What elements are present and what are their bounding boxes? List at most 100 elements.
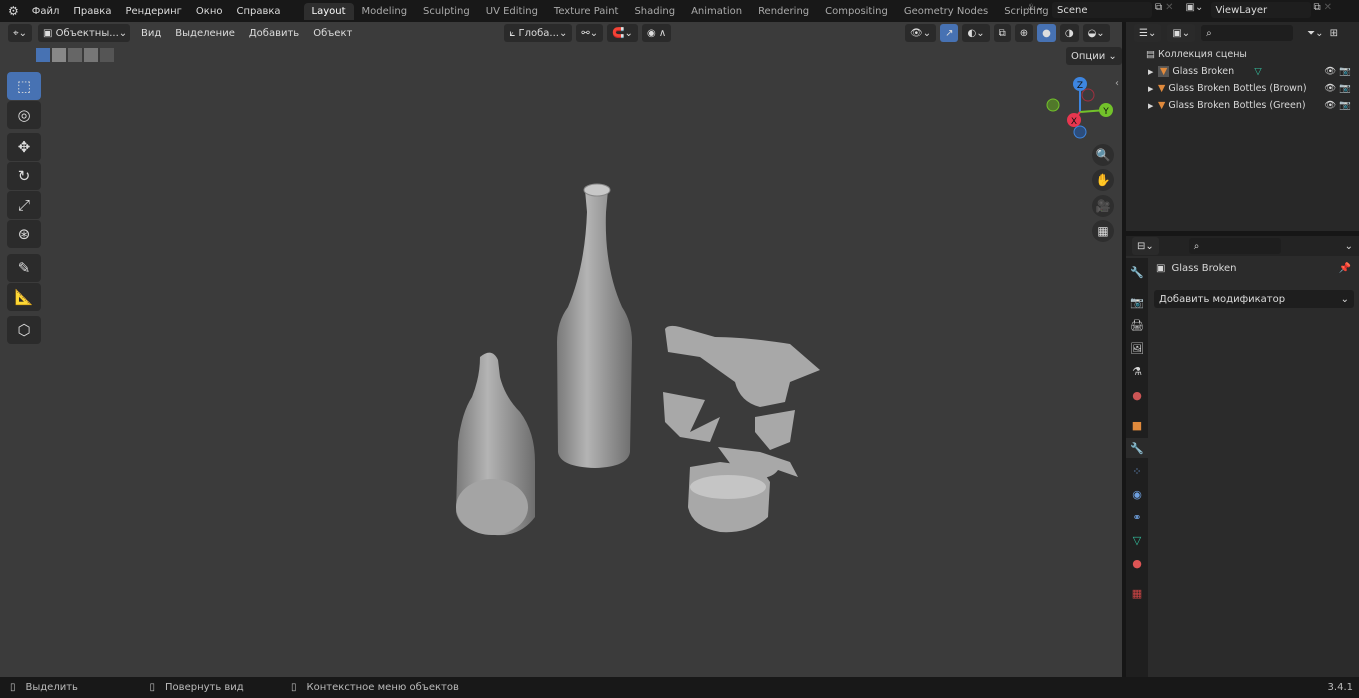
- menu-object[interactable]: Объект: [306, 28, 359, 39]
- navigation-gizmo[interactable]: Z Y X: [1040, 72, 1120, 142]
- tab-modeling[interactable]: Modeling: [354, 3, 416, 20]
- tab-shading[interactable]: Shading: [626, 3, 683, 20]
- texture-tab-icon[interactable]: ▦: [1126, 583, 1148, 603]
- particles-tab-icon[interactable]: ⁘: [1126, 461, 1148, 481]
- outliner-item[interactable]: ▶ ▼ Glass Broken Bottles (Green) 👁 📷: [1126, 97, 1359, 114]
- constraints-tab-icon[interactable]: ⚭: [1126, 507, 1148, 527]
- visibility-eye-icon[interactable]: 👁 📷: [1324, 100, 1351, 111]
- menu-add[interactable]: Добавить: [242, 28, 306, 39]
- delete-view-layer-icon[interactable]: ✕: [1324, 2, 1332, 18]
- view-layer-tab-icon[interactable]: 🖼: [1126, 338, 1148, 358]
- item-label: Glass Broken Bottles (Green): [1168, 100, 1306, 111]
- display-mode-icon[interactable]: ☰⌄: [1134, 24, 1162, 42]
- object-icon: ▼: [1158, 100, 1166, 111]
- tab-uv-editing[interactable]: UV Editing: [478, 3, 546, 20]
- menu-help[interactable]: Справка: [229, 6, 287, 17]
- camera-view-icon[interactable]: 🎥: [1092, 195, 1114, 217]
- scale-tool-icon[interactable]: ⤢: [7, 191, 41, 219]
- output-tab-icon[interactable]: 🖨: [1126, 315, 1148, 335]
- select-subtract-icon[interactable]: [68, 48, 82, 62]
- modifier-tab-icon[interactable]: 🔧: [1126, 438, 1148, 458]
- delete-scene-icon[interactable]: ✕: [1165, 2, 1173, 18]
- properties-editor-type-icon[interactable]: ⊟⌄: [1132, 237, 1159, 255]
- overlay-icon[interactable]: ◐⌄: [962, 24, 990, 42]
- filter-icon[interactable]: ⏷⌄: [1307, 28, 1323, 39]
- tab-layout[interactable]: Layout: [303, 2, 354, 20]
- scene-icon[interactable]: ♨⌄: [1027, 2, 1049, 18]
- editor-type-button[interactable]: ⌖⌄: [8, 24, 33, 42]
- snap-toggle[interactable]: 🧲⌄: [607, 24, 638, 42]
- visibility-eye-icon[interactable]: 👁 📷: [1324, 83, 1351, 94]
- select-invert-icon[interactable]: [84, 48, 98, 62]
- add-modifier-dropdown[interactable]: Добавить модификатор ⌄: [1154, 290, 1354, 308]
- menu-render[interactable]: Рендеринг: [118, 6, 188, 17]
- visibility-icon[interactable]: 👁⌄: [905, 24, 937, 42]
- rendered-shading-icon[interactable]: ◒⌄: [1082, 24, 1110, 42]
- tool-tab-icon[interactable]: 🔧: [1126, 262, 1148, 282]
- 3d-viewport[interactable]: [0, 22, 1122, 677]
- view-layer-filter-icon[interactable]: ▣⌄: [1167, 24, 1196, 42]
- tab-rendering[interactable]: Rendering: [750, 3, 817, 20]
- tab-sculpting[interactable]: Sculpting: [415, 3, 478, 20]
- options-dropdown[interactable]: Опции ⌄: [1066, 47, 1122, 65]
- menu-window[interactable]: Окно: [189, 6, 230, 17]
- blender-logo-icon[interactable]: ⚙: [0, 4, 25, 18]
- move-tool-icon[interactable]: ✥: [7, 133, 41, 161]
- scene-collection-row[interactable]: ▤ Коллекция сцены: [1126, 46, 1359, 63]
- material-shading-icon[interactable]: ◑: [1059, 24, 1079, 42]
- mode-dropdown[interactable]: ▣ Объектны... ⌄: [38, 24, 131, 42]
- transform-orientation-dropdown[interactable]: ⟀ Глоба... ⌄: [504, 24, 573, 42]
- pan-hand-icon[interactable]: ✋: [1092, 169, 1114, 191]
- outliner-item[interactable]: ▶ ▼ Glass Broken ▽ 👁 📷: [1126, 63, 1359, 80]
- menu-file[interactable]: Файл: [25, 6, 67, 17]
- scene-tab-icon[interactable]: ⚗: [1126, 361, 1148, 381]
- new-scene-icon[interactable]: ⧉: [1155, 2, 1162, 18]
- proportional-edit-toggle[interactable]: ◉ ∧: [641, 24, 672, 42]
- rotate-tool-icon[interactable]: ↻: [7, 162, 41, 190]
- pivot-dropdown[interactable]: ⚯⌄: [576, 24, 604, 42]
- world-tab-icon[interactable]: ●: [1126, 385, 1148, 405]
- add-cube-tool-icon[interactable]: ⬡: [7, 316, 41, 344]
- tab-texture-paint[interactable]: Texture Paint: [546, 3, 627, 20]
- object-tab-icon[interactable]: ■: [1126, 415, 1148, 435]
- view-layer-field[interactable]: ViewLayer: [1210, 2, 1311, 18]
- new-collection-icon[interactable]: ⊞: [1330, 28, 1338, 39]
- pin-icon[interactable]: 📌: [1339, 263, 1351, 274]
- ortho-grid-icon[interactable]: ▦: [1092, 220, 1114, 242]
- gizmo-toggle-icon[interactable]: ↗: [940, 24, 959, 42]
- wireframe-shading-icon[interactable]: ⊕: [1014, 24, 1034, 42]
- scene-name-field[interactable]: Scene: [1052, 2, 1152, 18]
- expand-icon[interactable]: ▶: [1148, 68, 1158, 76]
- select-new-icon[interactable]: [36, 48, 50, 62]
- sidebar-toggle-icon[interactable]: ‹: [1115, 78, 1119, 89]
- select-box-tool-icon[interactable]: ⬚: [7, 72, 41, 100]
- tab-animation[interactable]: Animation: [683, 3, 750, 20]
- select-extend-icon[interactable]: [52, 48, 66, 62]
- options-chevron-icon[interactable]: ⌄: [1345, 241, 1353, 252]
- properties-search-input[interactable]: ⌕: [1188, 238, 1281, 254]
- cursor-tool-icon[interactable]: ◎: [7, 101, 41, 129]
- outliner-search-input[interactable]: ⌕: [1201, 25, 1294, 41]
- outliner-item[interactable]: ▶ ▼ Glass Broken Bottles (Brown) 👁 📷: [1126, 80, 1359, 97]
- tab-geometry-nodes[interactable]: Geometry Nodes: [896, 3, 996, 20]
- render-tab-icon[interactable]: 📷: [1126, 292, 1148, 312]
- material-tab-icon[interactable]: ●: [1126, 553, 1148, 573]
- xray-icon[interactable]: ⧉: [993, 24, 1011, 42]
- menu-view[interactable]: Вид: [134, 28, 168, 39]
- view-layer-icon[interactable]: ▣⌄: [1186, 2, 1208, 18]
- solid-shading-icon[interactable]: ●: [1037, 24, 1056, 42]
- menu-edit[interactable]: Правка: [66, 6, 118, 17]
- menu-select[interactable]: Выделение: [168, 28, 242, 39]
- measure-tool-icon[interactable]: 📐: [7, 283, 41, 311]
- zoom-icon[interactable]: 🔍: [1092, 144, 1114, 166]
- tab-compositing[interactable]: Compositing: [817, 3, 896, 20]
- new-view-layer-icon[interactable]: ⧉: [1314, 2, 1321, 18]
- physics-tab-icon[interactable]: ◉: [1126, 484, 1148, 504]
- data-tab-icon[interactable]: ▽: [1126, 530, 1148, 550]
- select-intersect-icon[interactable]: [100, 48, 114, 62]
- transform-tool-icon[interactable]: ⊛: [7, 220, 41, 248]
- visibility-eye-icon[interactable]: 👁 📷: [1324, 66, 1351, 77]
- annotate-tool-icon[interactable]: ✎: [7, 254, 41, 282]
- expand-icon[interactable]: ▶: [1148, 85, 1158, 93]
- expand-icon[interactable]: ▶: [1148, 102, 1158, 110]
